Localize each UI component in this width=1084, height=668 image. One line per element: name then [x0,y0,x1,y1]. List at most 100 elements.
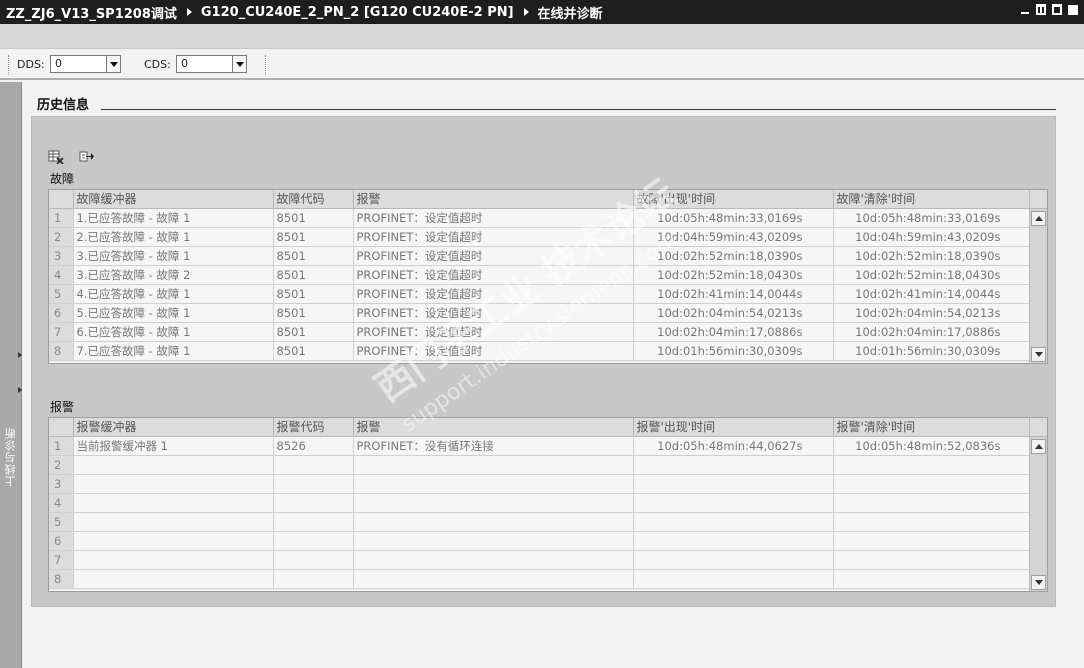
table-delete-icon[interactable] [48,150,64,165]
fault-buffer-cell: 5.已应答故障 - 故障 1 [73,303,274,323]
cds-value: 0 [181,57,188,70]
scroll-down-icon[interactable] [1031,575,1046,590]
cleared-time-cell: 10d:02h:04min:54,0213s [833,303,1032,323]
alarms-group-label: 报警 [50,400,75,414]
occurred-time-cell [633,569,834,589]
table-row[interactable]: 6 [49,531,1032,551]
fault-code-cell: 8501 [273,227,354,247]
scroll-down-icon[interactable] [1031,347,1046,362]
column-header-occurred-time[interactable]: 报警'出现'时间 [633,418,834,437]
faults-scrollbar[interactable] [1029,190,1047,363]
row-number: 3 [49,246,74,266]
column-header-cleared-time[interactable]: 故障'清除'时间 [833,190,1032,209]
table-row[interactable]: 7 [49,550,1032,570]
table-row[interactable]: 2 [49,455,1032,475]
table-row[interactable]: 7 6.已应答故障 - 故障 1 8501 PROFINET：设定值超时 10d… [49,322,1032,342]
fault-code-cell: 8501 [273,208,354,228]
breadcrumb-online-diagnostics: 在线并诊断 [537,6,603,22]
fault-code-cell: 8501 [273,265,354,285]
column-header-alarm[interactable]: 报警 [353,418,634,437]
dds-select[interactable]: 0 [50,55,121,73]
alarm-buffer-cell [73,474,274,494]
table-row[interactable]: 5 [49,512,1032,532]
table-row[interactable]: 2 2.已应答故障 - 故障 1 8501 PROFINET：设定值超时 10d… [49,227,1032,247]
breadcrumb-device[interactable]: G120_CU240E_2_PN_2 [G120 CU240E-2 PN] [201,5,514,20]
alarm-code-cell [273,531,354,551]
column-header-fault-buffer[interactable]: 故障缓冲器 [73,190,274,209]
table-row[interactable]: 4 3.已应答故障 - 故障 2 8501 PROFINET：设定值超时 10d… [49,265,1032,285]
alarm-cell: PROFINET：设定值超时 [353,284,634,304]
table-row[interactable]: 3 3.已应答故障 - 故障 1 8501 PROFINET：设定值超时 10d… [49,246,1032,266]
alarms-header-row: 报警缓冲器 报警代码 报警 报警'出现'时间 报警'清除'时间 [49,418,1032,437]
alarm-code-cell [273,455,354,475]
fault-code-cell: 8501 [273,341,354,361]
alarms-table: 报警缓冲器 报警代码 报警 报警'出现'时间 报警'清除'时间 1 当前报警缓冲… [48,417,1048,592]
occurred-time-cell [633,512,834,532]
column-header-alarm-code[interactable]: 报警代码 [273,418,354,437]
side-tab-online-diagnostics[interactable]: 上线与诊断 [0,82,22,668]
row-number: 7 [49,550,74,570]
float-window-icon[interactable] [1036,4,1046,15]
toolbar-grip[interactable] [8,55,10,75]
alarm-cell [353,493,634,513]
side-arrow-icon[interactable] [18,387,22,393]
cleared-time-cell [833,531,1032,551]
cleared-time-cell: 10d:02h:52min:18,0430s [833,265,1032,285]
column-header-occurred-time[interactable]: 故障'出现'时间 [633,190,834,209]
alarms-scrollbar[interactable] [1029,418,1047,591]
table-row[interactable]: 1 当前报警缓冲器 1 8526 PROFINET：没有循环连接 10d:05h… [49,436,1032,456]
column-header-cleared-time[interactable]: 报警'清除'时间 [833,418,1032,437]
breadcrumb-project[interactable]: ZZ_ZJ6_V13_SP1208调试 [6,3,177,22]
chevron-down-icon[interactable] [106,56,120,72]
title-bar: ZZ_ZJ6_V13_SP1208调试 G120_CU240E_2_PN_2 [… [0,0,1084,24]
alarm-cell [353,531,634,551]
alarm-buffer-cell [73,493,274,513]
cleared-time-cell [833,550,1032,570]
chevron-down-icon[interactable] [232,56,246,72]
cleared-time-cell: 10d:01h:56min:30,0309s [833,341,1032,361]
dds-label: DDS: [17,58,45,71]
close-icon[interactable] [1068,4,1078,15]
table-row[interactable]: 3 [49,474,1032,494]
table-row[interactable]: 5 4.已应答故障 - 故障 1 8501 PROFINET：设定值超时 10d… [49,284,1032,304]
column-header-fault-code[interactable]: 故障代码 [273,190,354,209]
fault-buffer-cell: 4.已应答故障 - 故障 1 [73,284,274,304]
occurred-time-cell [633,531,834,551]
cds-select[interactable]: 0 [176,55,247,73]
scroll-up-icon[interactable] [1031,211,1046,226]
occurred-time-cell: 10d:02h:52min:18,0390s [633,246,834,266]
toolbar-separator [265,55,267,75]
table-row[interactable]: 6 5.已应答故障 - 故障 1 8501 PROFINET：设定值超时 10d… [49,303,1032,323]
fault-buffer-cell: 3.已应答故障 - 故障 2 [73,265,274,285]
side-arrow-icon[interactable] [18,352,22,358]
column-header-alarm[interactable]: 报警 [353,190,634,209]
column-header-alarm-buffer[interactable]: 报警缓冲器 [73,418,274,437]
row-number: 8 [49,341,74,361]
scroll-up-icon[interactable] [1031,439,1046,454]
row-number: 8 [49,569,74,589]
row-number-header [49,190,74,209]
row-number-header [49,418,74,437]
breadcrumb-separator-icon [186,8,192,16]
maximize-icon[interactable] [1052,4,1062,15]
row-number: 6 [49,303,74,323]
table-row[interactable]: 8 7.已应答故障 - 故障 1 8501 PROFINET：设定值超时 10d… [49,341,1032,361]
dataset-toolbar: DDS: 0 CDS: 0 [0,50,1084,80]
table-row[interactable]: 1 1.已应答故障 - 故障 1 8501 PROFINET：设定值超时 10d… [49,208,1032,228]
occurred-time-cell [633,455,834,475]
row-number: 1 [49,208,74,228]
faults-group-label: 故障 [50,172,75,186]
faults-header-row: 故障缓冲器 故障代码 报警 故障'出现'时间 故障'清除'时间 [49,190,1032,209]
alarm-cell: PROFINET：设定值超时 [353,303,634,323]
table-row[interactable]: 8 [49,569,1032,589]
table-row[interactable]: 4 [49,493,1032,513]
editor-toolbar-band [0,24,1084,49]
faults-table: 故障缓冲器 故障代码 报警 故障'出现'时间 故障'清除'时间 1 1.已应答故… [48,189,1048,364]
minimize-icon[interactable] [1020,4,1030,15]
export-icon[interactable] [79,150,95,164]
alarm-cell [353,474,634,494]
fault-code-cell: 8501 [273,284,354,304]
alarm-cell: PROFINET：设定值超时 [353,246,634,266]
cleared-time-cell: 10d:02h:41min:14,0044s [833,284,1032,304]
cds-label: CDS: [144,58,171,71]
